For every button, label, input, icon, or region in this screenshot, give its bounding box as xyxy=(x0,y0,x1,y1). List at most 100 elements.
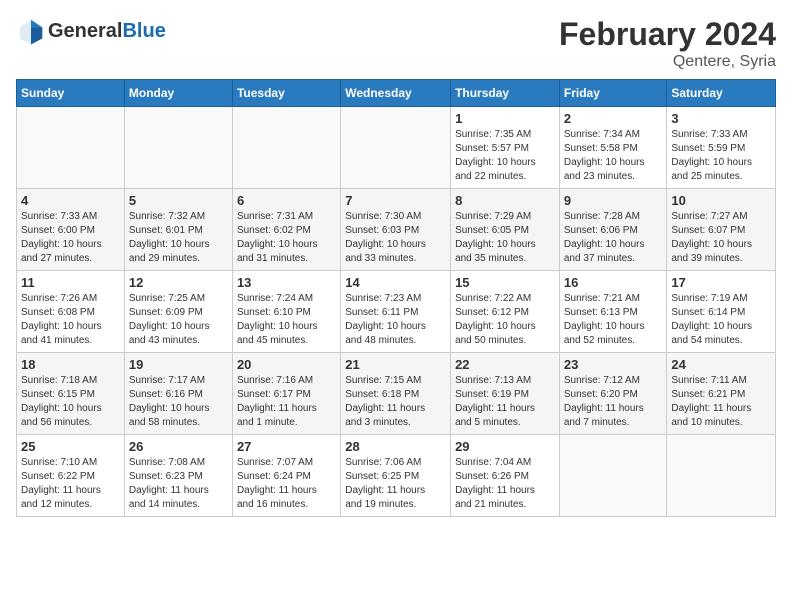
calendar-day-cell xyxy=(667,435,776,517)
calendar-day-cell: 3Sunrise: 7:33 AM Sunset: 5:59 PM Daylig… xyxy=(667,107,776,189)
day-info: Sunrise: 7:08 AM Sunset: 6:23 PM Dayligh… xyxy=(129,456,228,512)
day-number: 29 xyxy=(455,439,555,454)
calendar-week-row: 11Sunrise: 7:26 AM Sunset: 6:08 PM Dayli… xyxy=(17,271,776,353)
calendar-table: SundayMondayTuesdayWednesdayThursdayFrid… xyxy=(16,79,776,517)
day-info: Sunrise: 7:17 AM Sunset: 6:16 PM Dayligh… xyxy=(129,374,228,430)
calendar-day-cell: 18 Sunrise: 7:18 AM Sunset: 6:15 PM Dayli… xyxy=(17,353,125,435)
weekday-header: Friday xyxy=(559,80,667,107)
day-info: Sunrise: 7:22 AM Sunset: 6:12 PM Dayligh… xyxy=(455,292,555,348)
calendar-day-cell: 23 Sunrise: 7:12 AM Sunset: 6:20 PM Dayli… xyxy=(559,353,667,435)
calendar-day-cell: 14Sunrise: 7:23 AM Sunset: 6:11 PM Dayli… xyxy=(341,271,451,353)
calendar-day-cell xyxy=(17,107,125,189)
calendar-day-cell xyxy=(559,435,667,517)
logo-blue: Blue xyxy=(122,20,165,42)
calendar-day-cell: 25Sunrise: 7:10 AM Sunset: 6:22 PM Dayli… xyxy=(17,435,125,517)
calendar-day-cell: 27 Sunrise: 7:07 AM Sunset: 6:24 PM Dayli… xyxy=(232,435,340,517)
day-info: Sunrise: 7:21 AM Sunset: 6:13 PM Dayligh… xyxy=(564,292,663,348)
day-info: Sunrise: 7:29 AM Sunset: 6:05 PM Dayligh… xyxy=(455,210,555,266)
page-title: February 2024 xyxy=(559,16,776,53)
day-number: 16 xyxy=(564,275,663,290)
logo-general: General xyxy=(48,20,122,42)
calendar-day-cell: 15 Sunrise: 7:22 AM Sunset: 6:12 PM Dayli… xyxy=(451,271,560,353)
day-number: 10 xyxy=(671,193,771,208)
day-info: Sunrise: 7:33 AM Sunset: 6:00 PM Dayligh… xyxy=(21,210,120,266)
day-number: 19 xyxy=(129,357,228,372)
calendar-day-cell: 28Sunrise: 7:06 AM Sunset: 6:25 PM Dayli… xyxy=(341,435,451,517)
day-number: 15 xyxy=(455,275,555,290)
day-info: Sunrise: 7:06 AM Sunset: 6:25 PM Dayligh… xyxy=(345,456,446,512)
day-number: 23 xyxy=(564,357,663,372)
calendar-day-cell: 9 Sunrise: 7:28 AM Sunset: 6:06 PM Daylig… xyxy=(559,189,667,271)
day-info: Sunrise: 7:18 AM Sunset: 6:15 PM Dayligh… xyxy=(21,374,120,430)
day-info: Sunrise: 7:10 AM Sunset: 6:22 PM Dayligh… xyxy=(21,456,120,512)
day-number: 4 xyxy=(21,193,120,208)
title-block: February 2024 Qentere, Syria xyxy=(559,16,776,71)
calendar-header-row: SundayMondayTuesdayWednesdayThursdayFrid… xyxy=(17,80,776,107)
day-number: 7 xyxy=(345,193,446,208)
weekday-header: Wednesday xyxy=(341,80,451,107)
day-info: Sunrise: 7:24 AM Sunset: 6:10 PM Dayligh… xyxy=(237,292,336,348)
calendar-day-cell: 10 Sunrise: 7:27 AM Sunset: 6:07 PM Dayli… xyxy=(667,189,776,271)
page-subtitle: Qentere, Syria xyxy=(559,53,776,71)
calendar-day-cell: 16 Sunrise: 7:21 AM Sunset: 6:13 PM Dayli… xyxy=(559,271,667,353)
calendar-day-cell: 24Sunrise: 7:11 AM Sunset: 6:21 PM Dayli… xyxy=(667,353,776,435)
calendar-day-cell: 6 Sunrise: 7:31 AM Sunset: 6:02 PM Daylig… xyxy=(232,189,340,271)
day-number: 18 xyxy=(21,357,120,372)
day-number: 6 xyxy=(237,193,336,208)
calendar-day-cell: 22 Sunrise: 7:13 AM Sunset: 6:19 PM Dayli… xyxy=(451,353,560,435)
day-number: 5 xyxy=(129,193,228,208)
weekday-header: Sunday xyxy=(17,80,125,107)
calendar-day-cell: 4 Sunrise: 7:33 AM Sunset: 6:00 PM Daylig… xyxy=(17,189,125,271)
day-info: Sunrise: 7:34 AM Sunset: 5:58 PM Dayligh… xyxy=(564,128,663,184)
calendar-week-row: 18 Sunrise: 7:18 AM Sunset: 6:15 PM Dayli… xyxy=(17,353,776,435)
logo-icon xyxy=(16,16,46,46)
day-info: Sunrise: 7:16 AM Sunset: 6:17 PM Dayligh… xyxy=(237,374,336,430)
calendar-day-cell: 13 Sunrise: 7:24 AM Sunset: 6:10 PM Dayli… xyxy=(232,271,340,353)
calendar-day-cell xyxy=(341,107,451,189)
calendar-week-row: 1 Sunrise: 7:35 AM Sunset: 5:57 PM Daylig… xyxy=(17,107,776,189)
day-info: Sunrise: 7:13 AM Sunset: 6:19 PM Dayligh… xyxy=(455,374,555,430)
day-info: Sunrise: 7:11 AM Sunset: 6:21 PM Dayligh… xyxy=(671,374,771,430)
calendar-day-cell: 7Sunrise: 7:30 AM Sunset: 6:03 PM Daylig… xyxy=(341,189,451,271)
weekday-header: Saturday xyxy=(667,80,776,107)
day-info: Sunrise: 7:33 AM Sunset: 5:59 PM Dayligh… xyxy=(671,128,771,184)
calendar-day-cell: 8 Sunrise: 7:29 AM Sunset: 6:05 PM Daylig… xyxy=(451,189,560,271)
day-info: Sunrise: 7:28 AM Sunset: 6:06 PM Dayligh… xyxy=(564,210,663,266)
page-header: GeneralBlue February 2024 Qentere, Syria xyxy=(16,16,776,71)
calendar-week-row: 4 Sunrise: 7:33 AM Sunset: 6:00 PM Daylig… xyxy=(17,189,776,271)
day-info: Sunrise: 7:25 AM Sunset: 6:09 PM Dayligh… xyxy=(129,292,228,348)
day-number: 17 xyxy=(671,275,771,290)
day-info: Sunrise: 7:12 AM Sunset: 6:20 PM Dayligh… xyxy=(564,374,663,430)
calendar-day-cell: 29Sunrise: 7:04 AM Sunset: 6:26 PM Dayli… xyxy=(451,435,560,517)
day-number: 2 xyxy=(564,111,663,126)
calendar-day-cell: 20 Sunrise: 7:16 AM Sunset: 6:17 PM Dayli… xyxy=(232,353,340,435)
day-number: 11 xyxy=(21,275,120,290)
day-number: 20 xyxy=(237,357,336,372)
day-number: 21 xyxy=(345,357,446,372)
calendar-day-cell: 17Sunrise: 7:19 AM Sunset: 6:14 PM Dayli… xyxy=(667,271,776,353)
day-number: 13 xyxy=(237,275,336,290)
day-number: 22 xyxy=(455,357,555,372)
day-number: 26 xyxy=(129,439,228,454)
logo: GeneralBlue xyxy=(16,16,166,46)
calendar-day-cell: 2 Sunrise: 7:34 AM Sunset: 5:58 PM Daylig… xyxy=(559,107,667,189)
calendar-day-cell: 11Sunrise: 7:26 AM Sunset: 6:08 PM Dayli… xyxy=(17,271,125,353)
calendar-day-cell: 21 Sunrise: 7:15 AM Sunset: 6:18 PM Dayli… xyxy=(341,353,451,435)
day-info: Sunrise: 7:32 AM Sunset: 6:01 PM Dayligh… xyxy=(129,210,228,266)
calendar-day-cell: 19 Sunrise: 7:17 AM Sunset: 6:16 PM Dayli… xyxy=(124,353,232,435)
day-info: Sunrise: 7:15 AM Sunset: 6:18 PM Dayligh… xyxy=(345,374,446,430)
day-info: Sunrise: 7:27 AM Sunset: 6:07 PM Dayligh… xyxy=(671,210,771,266)
day-info: Sunrise: 7:07 AM Sunset: 6:24 PM Dayligh… xyxy=(237,456,336,512)
calendar-day-cell xyxy=(232,107,340,189)
day-number: 1 xyxy=(455,111,555,126)
day-number: 9 xyxy=(564,193,663,208)
day-number: 12 xyxy=(129,275,228,290)
day-number: 27 xyxy=(237,439,336,454)
day-info: Sunrise: 7:35 AM Sunset: 5:57 PM Dayligh… xyxy=(455,128,555,184)
calendar-day-cell: 5 Sunrise: 7:32 AM Sunset: 6:01 PM Daylig… xyxy=(124,189,232,271)
calendar-week-row: 25Sunrise: 7:10 AM Sunset: 6:22 PM Dayli… xyxy=(17,435,776,517)
logo-text: GeneralBlue xyxy=(48,20,166,43)
day-info: Sunrise: 7:31 AM Sunset: 6:02 PM Dayligh… xyxy=(237,210,336,266)
day-number: 8 xyxy=(455,193,555,208)
calendar-day-cell xyxy=(124,107,232,189)
